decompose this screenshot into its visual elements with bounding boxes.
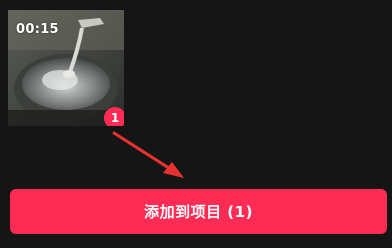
add-to-project-button[interactable]: 添加到项目 (1)	[10, 189, 387, 234]
media-picker-screen: 00:15 1 添加到项目 (1)	[0, 0, 392, 248]
